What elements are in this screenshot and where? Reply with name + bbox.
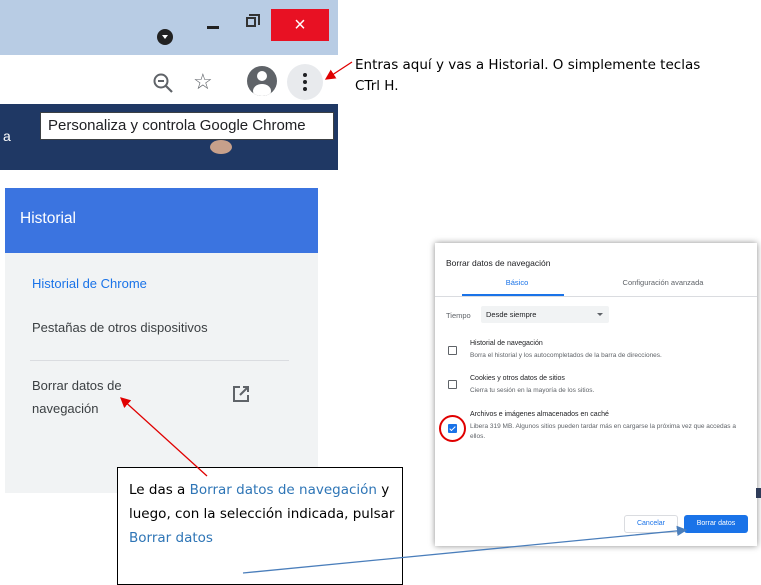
instruction-bottom: Le das a Borrar datos de navegación y lu… bbox=[117, 467, 403, 585]
highlight-circle bbox=[439, 415, 466, 442]
instruction-top: Entras aquí y vas a Historial. O simplem… bbox=[355, 55, 761, 97]
cookies-checkbox[interactable] bbox=[448, 380, 457, 389]
time-range-label: Tiempo bbox=[446, 311, 471, 320]
clear-data-label-line1: Borrar datos de bbox=[32, 378, 122, 393]
history-title: Historial bbox=[20, 210, 76, 227]
tab-basic[interactable]: Básico bbox=[471, 278, 563, 287]
history-checkbox[interactable] bbox=[448, 346, 457, 355]
option-history-title: Historial de navegación bbox=[470, 340, 543, 347]
option-cache-desc: Libera 319 MB. Algunos sitios pueden tar… bbox=[470, 423, 736, 440]
sidebar-divider bbox=[30, 360, 289, 361]
instruction-highlight-2: Borrar datos bbox=[129, 530, 213, 546]
more-vert-icon[interactable] bbox=[287, 64, 323, 100]
option-cookies-desc: Cierra tu sesión en la mayoría de los si… bbox=[470, 387, 595, 394]
sidebar-item-chrome-history[interactable]: Historial de Chrome bbox=[32, 276, 147, 291]
option-cookies-title: Cookies y otros datos de sitios bbox=[470, 375, 565, 382]
account-icon[interactable] bbox=[247, 66, 277, 96]
instruction-text-1: Le das a bbox=[129, 482, 190, 498]
profile-dropdown-icon[interactable] bbox=[157, 29, 173, 45]
tab-divider bbox=[435, 296, 757, 297]
menu-tooltip: Personaliza y controla Google Chrome bbox=[40, 112, 334, 140]
page-edge-fragment bbox=[756, 488, 761, 498]
page-image-fragment bbox=[210, 140, 232, 154]
option-history-desc: Borra el historial y los autocompletados… bbox=[470, 352, 662, 359]
open-in-new-icon[interactable] bbox=[232, 385, 250, 403]
instruction-top-line2: CTrl H. bbox=[355, 78, 399, 94]
close-window-button[interactable]: × bbox=[271, 9, 329, 41]
cancel-button[interactable]: Cancelar bbox=[624, 515, 678, 533]
instruction-top-line1: Entras aquí y vas a Historial. O simplem… bbox=[355, 57, 701, 73]
time-range-select[interactable]: Desde siempre bbox=[481, 306, 609, 323]
bookmark-star-icon[interactable]: ☆ bbox=[193, 70, 213, 94]
clear-data-label-line2: navegación bbox=[32, 401, 99, 416]
dialog-title: Borrar datos de navegación bbox=[446, 258, 551, 268]
clear-data-button[interactable]: Borrar datos bbox=[684, 515, 748, 533]
tab-advanced[interactable]: Configuración avanzada bbox=[598, 278, 728, 287]
sidebar-item-clear-browsing-data[interactable]: Borrar datos de navegación bbox=[32, 374, 192, 420]
page-fragment-text: a bbox=[3, 128, 11, 144]
minimize-icon[interactable] bbox=[207, 26, 219, 29]
instruction-highlight-1: Borrar datos de navegación bbox=[189, 482, 377, 498]
option-cache-title: Archivos e imágenes almacenados en caché bbox=[470, 411, 609, 418]
maximize-icon[interactable] bbox=[246, 14, 260, 27]
zoom-out-icon[interactable] bbox=[152, 72, 174, 94]
sidebar-item-other-devices[interactable]: Pestañas de otros dispositivos bbox=[32, 320, 208, 335]
